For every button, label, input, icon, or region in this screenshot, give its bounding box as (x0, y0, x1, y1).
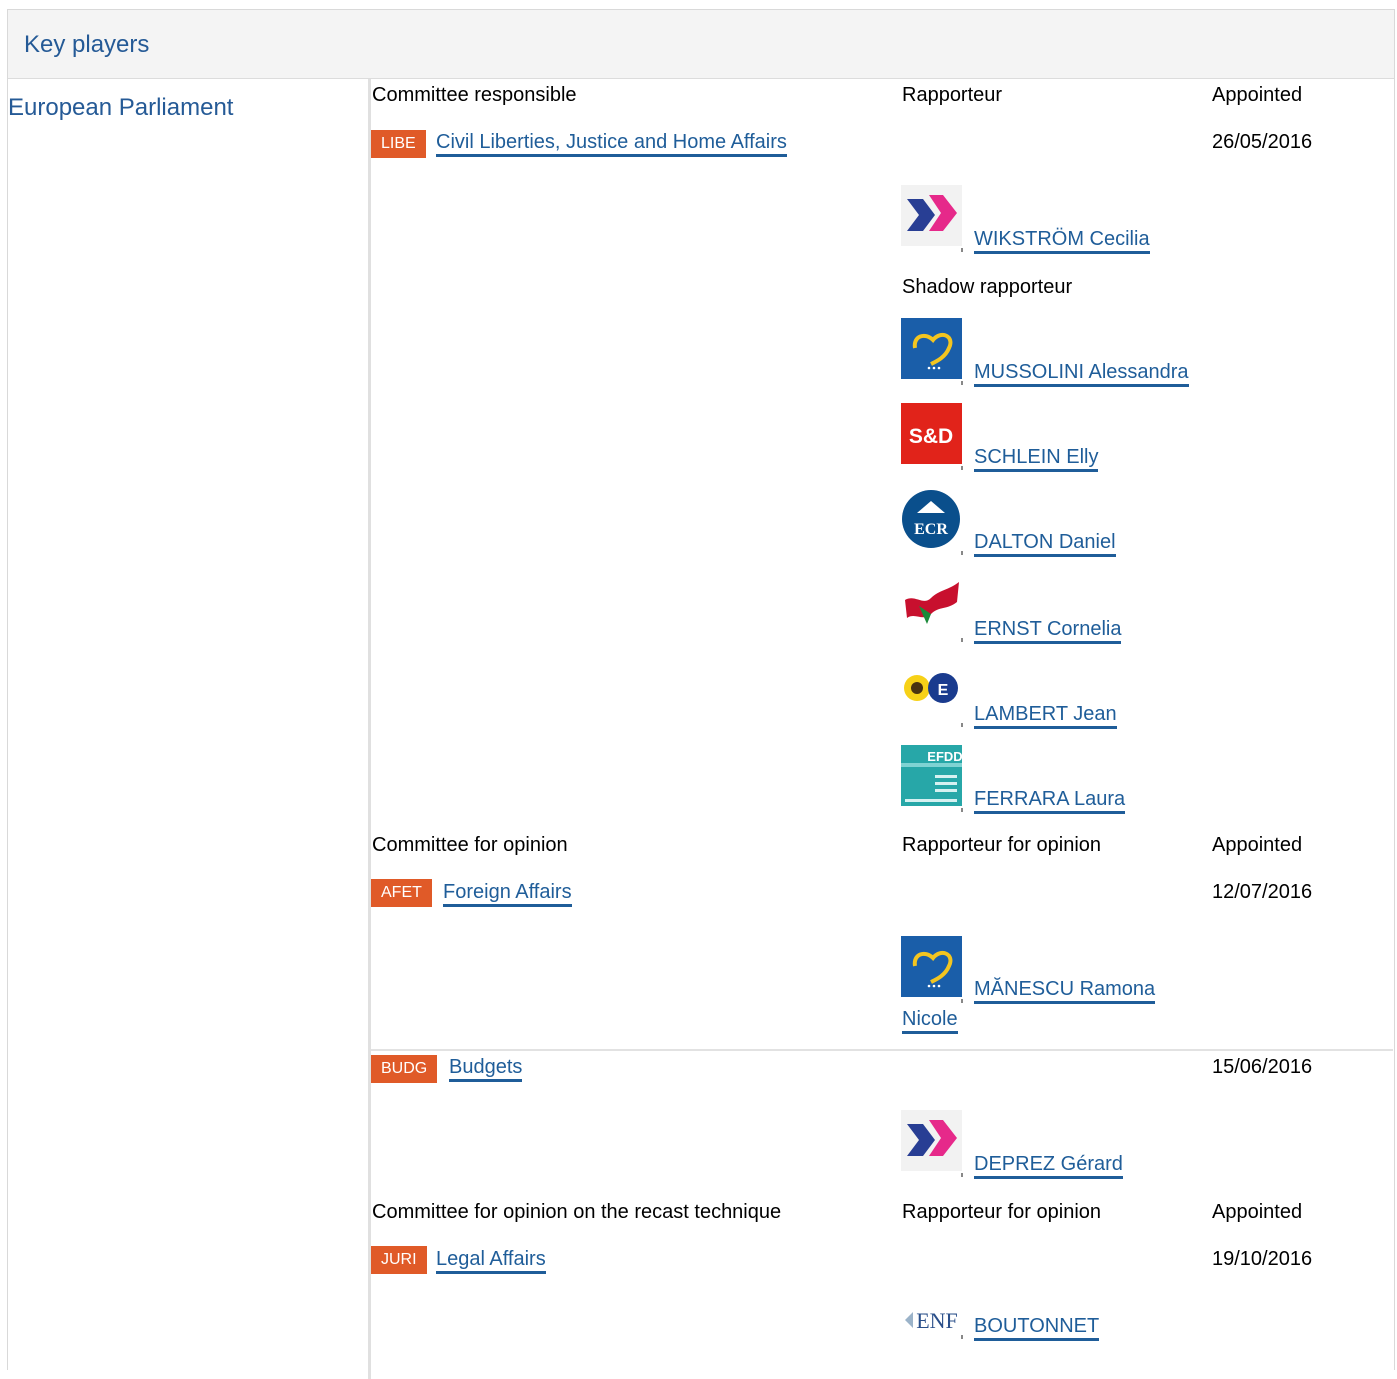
shadow-rapporteur-link[interactable]: DALTON Daniel (974, 530, 1116, 557)
appointed-date: 26/05/2016 (1212, 131, 1313, 153)
committee-recast-label: Committee for opinion on the recast tech… (372, 1201, 782, 1223)
separator-mark (961, 723, 963, 727)
rapporteur-opinion-link[interactable]: DEPREZ Gérard (974, 1152, 1123, 1179)
committee-link-juri[interactable]: Legal Affairs (436, 1247, 546, 1274)
svg-text:ENF: ENF (916, 1308, 958, 1333)
alde-icon (901, 1110, 962, 1171)
institution-cell: European Parliament (8, 79, 371, 1379)
rapporteur-opinion-link[interactable]: BOUTONNET (974, 1314, 1100, 1341)
committee-code-badge: JURI (371, 1246, 427, 1274)
shadow-rapporteur-link[interactable]: FERRARA Laura (974, 787, 1126, 814)
gue-ngl-icon (901, 576, 962, 637)
shadow-rapporteur-link[interactable]: MUSSOLINI Alessandra (974, 360, 1189, 387)
rapporteur-opinion-link[interactable]: MĂNESCU Ramona (974, 977, 1156, 1004)
appointed-label: Appointed (1212, 84, 1303, 106)
committee-link-libe[interactable]: Civil Liberties, Justice and Home Affair… (436, 130, 787, 157)
separator-mark (961, 999, 963, 1003)
committee-link-afet[interactable]: Foreign Affairs (443, 880, 572, 907)
alde-icon (901, 185, 962, 246)
committee-link-budg[interactable]: Budgets (449, 1055, 523, 1082)
appointed-label: Appointed (1212, 834, 1303, 856)
enf-icon: ENF (901, 1300, 962, 1340)
shadow-rapporteur-link[interactable]: SCHLEIN Elly (974, 445, 1099, 472)
key-players-panel: Key players European Parliament (7, 9, 1395, 1379)
sd-icon: S&D (901, 403, 962, 464)
rapporteur-label: Rapporteur (902, 84, 1003, 106)
institution-name: European Parliament (8, 94, 234, 121)
epp-icon (901, 936, 962, 997)
separator-mark (961, 551, 963, 555)
separator-mark (961, 1335, 963, 1339)
svg-text:EFDD: EFDD (927, 749, 962, 764)
separator-mark (961, 808, 963, 812)
epp-icon (901, 318, 962, 379)
appointed-date: 19/10/2016 (1212, 1248, 1313, 1270)
committee-code-badge: LIBE (371, 130, 426, 158)
panel-title: Key players (24, 31, 150, 58)
separator-mark (961, 466, 963, 470)
committee-code-badge: BUDG (371, 1055, 438, 1083)
greens-efa-icon: E (901, 660, 962, 721)
appointed-date: 12/07/2016 (1212, 881, 1313, 903)
row-divider (371, 1049, 1393, 1051)
ecr-icon: ECR (901, 489, 962, 550)
shadow-rapporteur-label: Shadow rapporteur (902, 276, 1073, 298)
panel-header: Key players (8, 10, 1394, 79)
separator-mark (961, 1173, 963, 1177)
separator-mark (961, 381, 963, 385)
rapporteur-opinion-label: Rapporteur for opinion (902, 1201, 1102, 1223)
svg-text:E: E (938, 682, 949, 699)
svg-text:S&D: S&D (909, 425, 953, 448)
shadow-rapporteur-link[interactable]: LAMBERT Jean (974, 702, 1117, 729)
efdd-icon: EFDD (901, 745, 962, 806)
rapporteur-opinion-link-continued[interactable]: Nicole (902, 1007, 958, 1034)
committee-code-badge: AFET (371, 879, 432, 907)
committee-responsible-label: Committee responsible (372, 84, 577, 106)
separator-mark (961, 638, 963, 642)
appointed-label: Appointed (1212, 1201, 1303, 1223)
separator-mark (961, 248, 963, 252)
shadow-rapporteur-link[interactable]: ERNST Cornelia (974, 617, 1122, 644)
rapporteur-opinion-label: Rapporteur for opinion (902, 834, 1102, 856)
svg-text:ECR: ECR (914, 521, 948, 538)
appointed-date: 15/06/2016 (1212, 1056, 1313, 1078)
rapporteur-link[interactable]: WIKSTRÖM Cecilia (974, 227, 1150, 254)
committee-opinion-label: Committee for opinion (372, 834, 568, 856)
